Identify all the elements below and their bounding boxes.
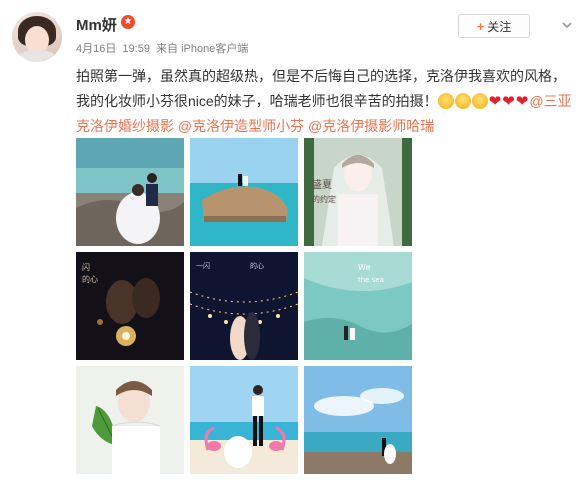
photo-couple-on-rocks[interactable] [76,138,184,246]
photo-caption-line: 的心 [82,274,98,284]
photo-couple-fairy-lights[interactable]: 一闪 的心 [190,252,298,360]
author-name[interactable]: Mm妍 [76,14,117,35]
follow-label: 关注 [487,19,512,34]
photo-caption-line: the sea [358,276,384,284]
mention-link[interactable]: @克洛伊摄影师哈瑞 [308,118,434,134]
post-date[interactable]: 4月16日 [76,43,116,55]
mention-link[interactable]: @克洛伊造型师小芬 [178,118,304,134]
fear-emoji-icon [454,93,471,109]
vip-badge-icon[interactable]: ★ [121,15,135,29]
post-source: 来自 iPhone客户端 [156,43,249,55]
photo-bride-leaf-portrait[interactable] [76,366,184,474]
post-text: 拍照第一弹，虽然真的超级热，但是不后悔自己的选择，克洛伊我喜欢的风格，我的化妆师… [76,64,576,139]
photo-couple-sparklers-night[interactable]: 闪 的心 [76,252,184,360]
fear-emoji-icon [471,93,488,109]
chevron-down-icon[interactable] [560,18,574,32]
photo-caption-line: 一闪 [196,261,210,270]
fear-emoji-icon [437,93,454,109]
post-time[interactable]: 19:59 [122,43,150,55]
photo-caption-line: 盛夏 [312,178,332,191]
photo-couple-coast-sky[interactable] [304,366,412,474]
plus-icon: + [476,18,485,34]
heart-emoji-icon: ❤ [488,93,502,110]
heart-emoji-icon: ❤ [502,93,515,110]
photo-couple-on-island-rock[interactable] [190,138,298,246]
photo-caption-line: We [358,263,370,272]
photo-caption-line: 的约定 [312,194,336,204]
follow-button[interactable]: + 关注 [458,14,530,38]
photo-couple-sea-aerial[interactable]: We the sea [304,252,412,360]
photo-grid: 盛夏 的约定 闪 的心 一闪 的心 We the sea [76,138,412,474]
photo-couple-flamingos-beach[interactable] [190,366,298,474]
post-meta: 4月16日 19:59 来自 iPhone客户端 [76,40,251,56]
heart-emoji-icon: ❤ [515,93,529,110]
avatar-shoulders [16,50,58,62]
avatar[interactable] [12,12,62,62]
photo-bride-veil-portrait[interactable]: 盛夏 的约定 [304,138,412,246]
photo-caption-line: 的心 [250,261,264,270]
photo-caption-line: 闪 [82,263,90,272]
